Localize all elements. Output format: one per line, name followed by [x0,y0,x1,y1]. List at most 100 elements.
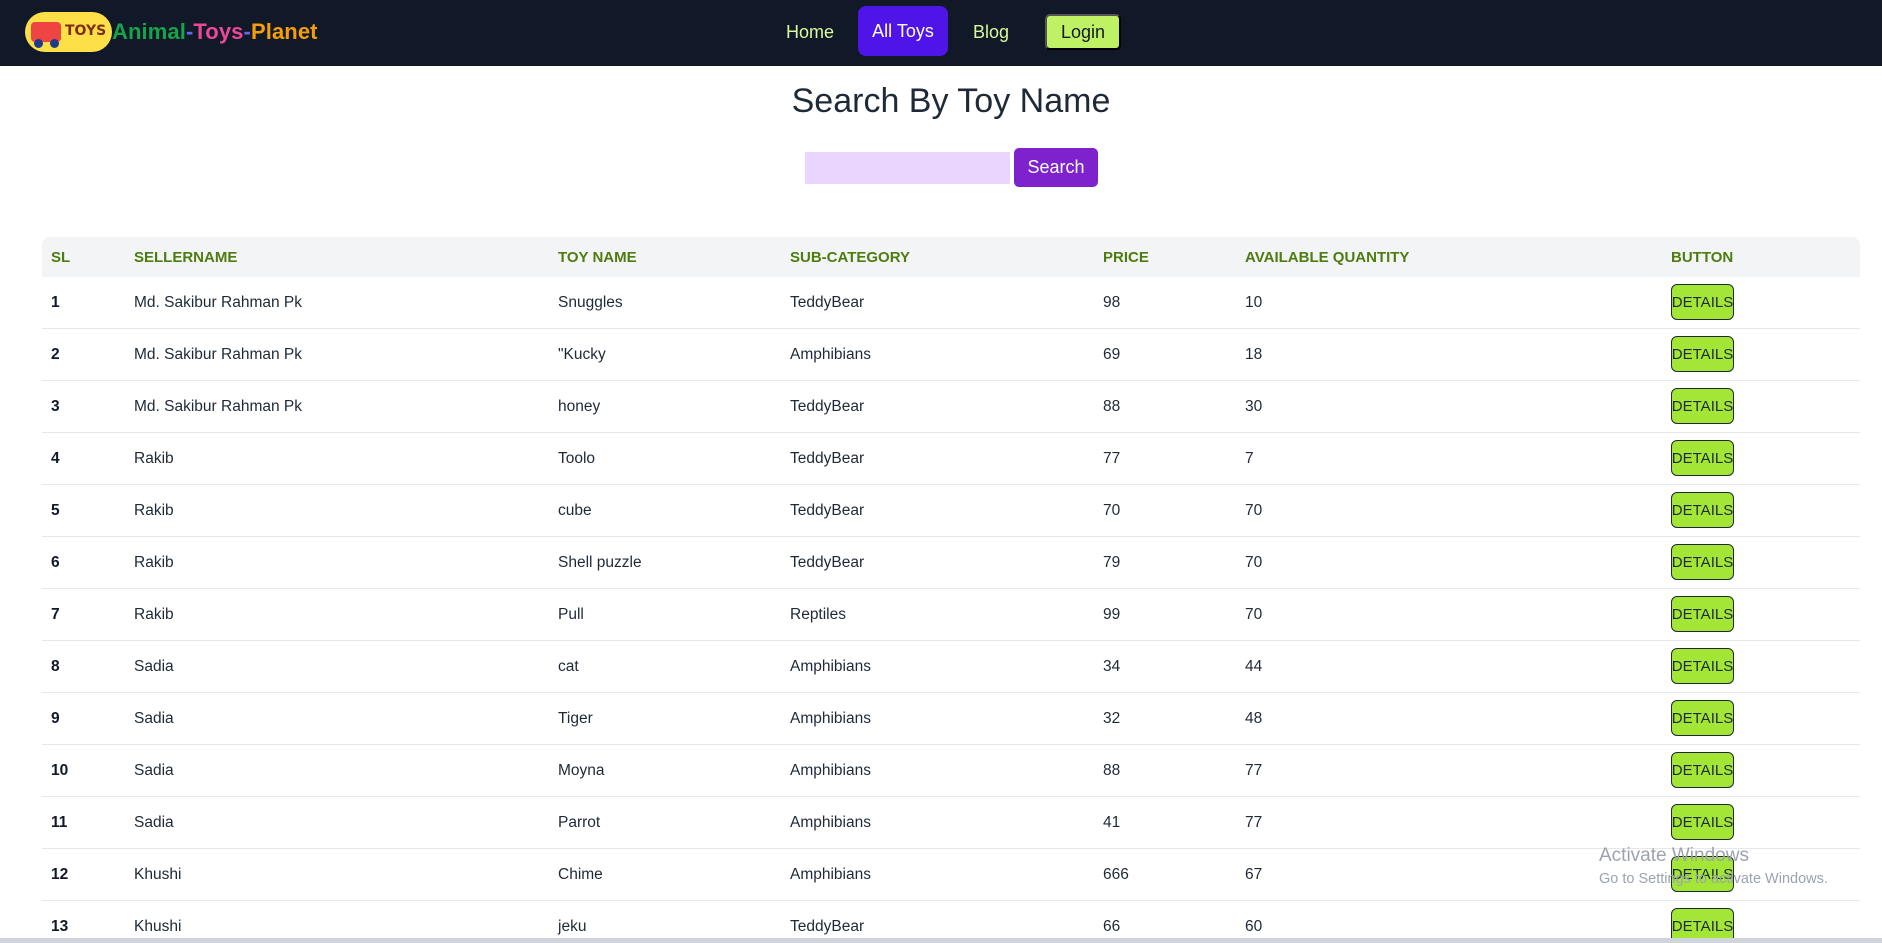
row-toy-name: Snuggles [558,294,623,311]
row-available-quantity: 48 [1245,710,1263,727]
details-button[interactable]: DETAILS [1671,648,1734,684]
row-price: 79 [1103,554,1121,571]
row-sub-category: Amphibians [790,762,871,779]
details-button[interactable]: DETAILS [1671,804,1734,840]
row-price: 69 [1103,346,1121,363]
row-toy-name: honey [558,398,601,415]
row-toy-name: Shell puzzle [558,554,642,571]
horizontal-scrollbar[interactable] [0,938,1882,943]
row-sub-category: TeddyBear [790,918,865,935]
logo-badge-text: TOYS [65,23,107,39]
row-seller-name: Sadia [134,658,174,675]
row-toy-name: cat [558,658,579,675]
brand-part-1: Animal [112,19,186,44]
watermark-subtitle: Go to Settings to activate Windows. [1599,871,1828,887]
search-button[interactable]: Search [1014,148,1098,187]
row-sub-category: Reptiles [790,606,846,623]
row-toy-name: jeku [558,918,587,935]
details-button[interactable]: DETAILS [1671,700,1734,736]
details-button[interactable]: DETAILS [1671,284,1734,320]
row-price: 98 [1103,294,1121,311]
header-toy-name: TOY NAME [558,249,637,266]
row-seller-name: Md. Sakibur Rahman Pk [134,398,302,415]
row-sub-category: TeddyBear [790,450,865,467]
login-button[interactable]: Login [1045,14,1121,50]
table-row: 5 Rakib cube TeddyBear 70 70 DETAILS [42,485,1860,537]
row-sl: 3 [51,398,60,415]
table-row: 13 Khushi jeku TeddyBear 66 60 DETAILS [42,901,1860,943]
details-button[interactable]: DETAILS [1671,752,1734,788]
row-seller-name: Khushi [134,866,182,883]
row-sl: 10 [51,762,69,779]
table-body: 1 Md. Sakibur Rahman Pk Snuggles TeddyBear 9… [42,277,1860,943]
row-sub-category: Amphibians [790,658,871,675]
row-available-quantity: 70 [1245,502,1263,519]
nav-all-toys-link[interactable]: All Toys [858,6,948,56]
row-price: 70 [1103,502,1121,519]
table-row: 8 Sadia cat Amphibians 34 44 DETAILS [42,641,1860,693]
row-seller-name: Rakib [134,502,174,519]
row-seller-name: Rakib [134,554,174,571]
brand-part-2: Toys [193,19,244,44]
row-toy-name: Parrot [558,814,601,831]
details-button[interactable]: DETAILS [1671,388,1734,424]
header-button: BUTTON [1671,249,1734,266]
row-sub-category: Amphibians [790,346,871,363]
row-price: 66 [1103,918,1121,935]
nav-blog-link[interactable]: Blog [973,22,1009,43]
row-sub-category: Amphibians [790,814,871,831]
row-sl: 1 [51,294,60,311]
row-toy-name: cube [558,502,592,519]
table-row: 7 Rakib Pull Reptiles 99 70 DETAILS [42,589,1860,641]
row-available-quantity: 77 [1245,762,1263,779]
wheel-icon [34,39,43,48]
row-seller-name: Rakib [134,606,174,623]
header-price: PRICE [1103,249,1149,266]
row-seller-name: Sadia [134,762,174,779]
row-seller-name: Sadia [134,814,174,831]
table-row: 4 Rakib Toolo TeddyBear 77 7 DETAILS [42,433,1860,485]
row-seller-name: Md. Sakibur Rahman Pk [134,346,302,363]
row-seller-name: Sadia [134,710,174,727]
row-price: 41 [1103,814,1121,831]
wheel-icon [50,39,59,48]
search-input[interactable] [805,152,1010,184]
header-sub-category: SUB-CATEGORY [790,249,910,266]
table-row: 6 Rakib Shell puzzle TeddyBear 79 70 DETAILS [42,537,1860,589]
row-toy-name: Toolo [558,450,596,467]
row-toy-name: Tiger [558,710,593,727]
details-button[interactable]: DETAILS [1671,492,1734,528]
row-sub-category: TeddyBear [790,398,865,415]
table-row: 2 Md. Sakibur Rahman Pk "Kucky Amphibians 69… [42,329,1860,381]
details-button[interactable]: DETAILS [1671,544,1734,580]
toys-logo-icon: TOYS [25,12,112,52]
toys-table: SL SELLERNAME TOY NAME SUB-CATEGORY PRIC… [42,237,1860,943]
row-seller-name: Rakib [134,450,174,467]
row-price: 34 [1103,658,1121,675]
row-price: 88 [1103,398,1121,415]
table-row: 3 Md. Sakibur Rahman Pk honey TeddyBear 88 30… [42,381,1860,433]
row-sl: 11 [51,814,68,831]
details-button[interactable]: DETAILS [1671,596,1734,632]
header-sl: SL [51,249,71,266]
row-sl: 13 [51,918,69,935]
row-available-quantity: 18 [1245,346,1263,363]
watermark-title: Activate Windows [1599,845,1749,866]
row-sl: 2 [51,346,60,363]
table-header: SL SELLERNAME TOY NAME SUB-CATEGORY PRIC… [42,237,1860,277]
row-sub-category: TeddyBear [790,294,865,311]
nav-home-link[interactable]: Home [786,22,834,43]
row-seller-name: Md. Sakibur Rahman Pk [134,294,302,311]
row-sl: 9 [51,710,60,727]
row-available-quantity: 30 [1245,398,1263,415]
row-sub-category: Amphibians [790,710,871,727]
row-available-quantity: 7 [1245,450,1254,467]
row-price: 88 [1103,762,1121,779]
row-available-quantity: 10 [1245,294,1263,311]
brand-logo-link[interactable]: TOYS Animal-Toys-Planet [25,12,318,52]
row-sub-category: TeddyBear [790,502,865,519]
details-button[interactable]: DETAILS [1671,440,1734,476]
windows-activation-watermark: Activate Windows Go to Settings to activ… [1599,845,1828,887]
row-toy-name: Pull [558,606,584,623]
details-button[interactable]: DETAILS [1671,336,1734,372]
